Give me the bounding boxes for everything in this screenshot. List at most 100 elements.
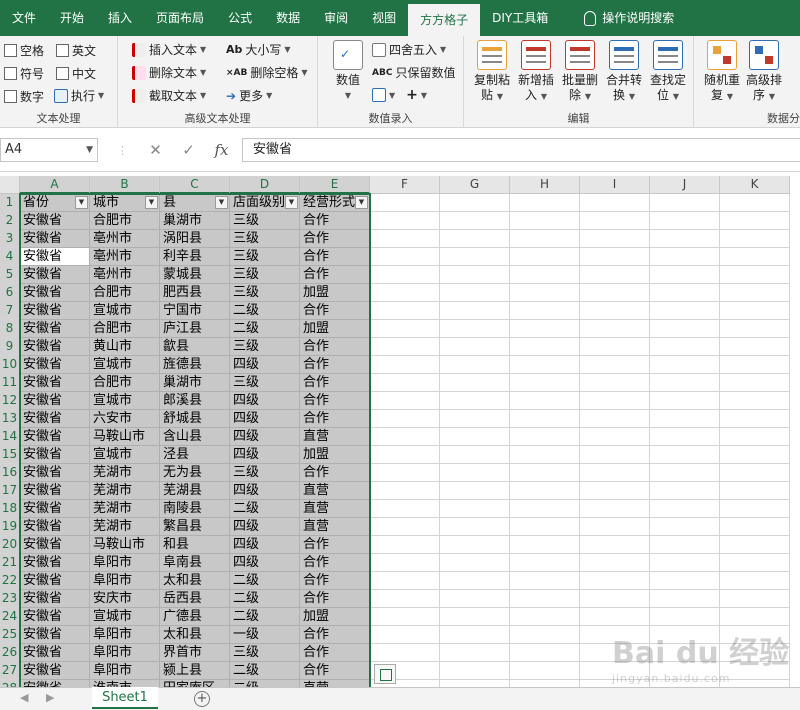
data-cell[interactable]: 郎溪县 xyxy=(160,392,230,410)
data-cell[interactable]: 合肥市 xyxy=(90,320,160,338)
tab-2[interactable]: 插入 xyxy=(96,0,144,36)
empty-cell[interactable] xyxy=(580,248,650,266)
empty-cell[interactable] xyxy=(370,266,440,284)
row-header[interactable]: 19 xyxy=(0,518,20,536)
row-header[interactable]: 23 xyxy=(0,590,20,608)
data-cell[interactable]: 安徽省 xyxy=(20,626,90,644)
data-cell[interactable]: 太和县 xyxy=(160,572,230,590)
data-cell[interactable]: 三级 xyxy=(230,230,300,248)
empty-cell[interactable] xyxy=(370,302,440,320)
empty-cell[interactable] xyxy=(580,518,650,536)
data-cell[interactable]: 宁国市 xyxy=(160,302,230,320)
empty-cell[interactable] xyxy=(370,644,440,662)
tab-3[interactable]: 页面布局 xyxy=(144,0,216,36)
row-header[interactable]: 22 xyxy=(0,572,20,590)
empty-cell[interactable] xyxy=(440,464,510,482)
extract-text-button[interactable]: 截取文本 ▼ xyxy=(132,87,206,104)
data-cell[interactable]: 岳西县 xyxy=(160,590,230,608)
data-cell[interactable]: 二级 xyxy=(230,320,300,338)
data-cell[interactable]: 合作 xyxy=(300,374,370,392)
empty-cell[interactable] xyxy=(510,662,580,680)
column-header-a[interactable]: A xyxy=(20,176,90,194)
empty-cell[interactable] xyxy=(720,374,790,392)
data-cell[interactable]: 安徽省 xyxy=(20,410,90,428)
data-cell[interactable]: 三级 xyxy=(230,374,300,392)
empty-cell[interactable] xyxy=(440,338,510,356)
empty-cell[interactable] xyxy=(580,338,650,356)
empty-cell[interactable] xyxy=(370,320,440,338)
empty-cell[interactable] xyxy=(650,572,720,590)
data-cell[interactable]: 亳州市 xyxy=(90,230,160,248)
empty-cell[interactable] xyxy=(650,356,720,374)
empty-cell[interactable] xyxy=(580,302,650,320)
data-cell[interactable]: 安徽省 xyxy=(20,284,90,302)
row-header[interactable]: 7 xyxy=(0,302,20,320)
data-cell[interactable]: 四级 xyxy=(230,428,300,446)
empty-cell[interactable] xyxy=(650,320,720,338)
row-header[interactable]: 18 xyxy=(0,500,20,518)
value-tools-button[interactable]: ▼ + ▼ xyxy=(372,87,427,103)
empty-cell[interactable] xyxy=(440,536,510,554)
empty-cell[interactable] xyxy=(650,212,720,230)
empty-cell[interactable] xyxy=(370,572,440,590)
data-cell[interactable]: 安徽省 xyxy=(20,680,90,687)
data-cell[interactable]: 巢湖市 xyxy=(160,374,230,392)
data-cell[interactable]: 安徽省 xyxy=(20,500,90,518)
empty-cell[interactable] xyxy=(510,626,580,644)
delete-text-button[interactable]: 删除文本 ▼ xyxy=(132,64,206,81)
empty-cell[interactable] xyxy=(650,266,720,284)
empty-cell[interactable] xyxy=(440,644,510,662)
data-cell[interactable]: 安徽省 xyxy=(20,446,90,464)
next-sheet-icon[interactable]: ▶ xyxy=(46,691,54,704)
data-cell[interactable]: 广德县 xyxy=(160,608,230,626)
check-english[interactable]: 英文 xyxy=(56,42,96,59)
check-digits[interactable]: 数字 xyxy=(4,88,44,105)
data-cell[interactable]: 安徽省 xyxy=(20,374,90,392)
data-cell[interactable]: 南陵县 xyxy=(160,500,230,518)
column-header-f[interactable]: F xyxy=(370,176,440,194)
row-header[interactable]: 27 xyxy=(0,662,20,680)
empty-cell[interactable] xyxy=(510,266,580,284)
empty-cell[interactable] xyxy=(370,392,440,410)
header-cell[interactable]: 县 ▼ xyxy=(160,194,230,212)
data-cell[interactable]: 合作 xyxy=(300,644,370,662)
empty-cell[interactable] xyxy=(370,230,440,248)
header-cell[interactable]: 城市 ▼ xyxy=(90,194,160,212)
check-chinese[interactable]: 中文 xyxy=(56,65,96,82)
empty-cell[interactable] xyxy=(510,464,580,482)
empty-cell[interactable] xyxy=(370,590,440,608)
data-cell[interactable]: 安徽省 xyxy=(20,302,90,320)
empty-cell[interactable] xyxy=(650,392,720,410)
empty-cell[interactable] xyxy=(510,536,580,554)
data-cell[interactable]: 含山县 xyxy=(160,428,230,446)
active-cell[interactable]: 安徽省 xyxy=(20,248,90,266)
advanced-sort-button[interactable]: 高级排序 ▼ xyxy=(742,40,786,104)
empty-cell[interactable] xyxy=(650,446,720,464)
empty-cell[interactable] xyxy=(580,392,650,410)
empty-cell[interactable] xyxy=(510,500,580,518)
empty-cell[interactable] xyxy=(510,230,580,248)
empty-cell[interactable] xyxy=(510,320,580,338)
empty-cell[interactable] xyxy=(440,590,510,608)
data-cell[interactable]: 直营 xyxy=(300,482,370,500)
data-cell[interactable]: 合作 xyxy=(300,266,370,284)
row-header[interactable]: 4 xyxy=(0,248,20,266)
row-header[interactable]: 21 xyxy=(0,554,20,572)
tell-me-search[interactable]: 操作说明搜索 xyxy=(572,0,686,36)
empty-cell[interactable] xyxy=(510,590,580,608)
data-cell[interactable]: 宣城市 xyxy=(90,302,160,320)
tab-6[interactable]: 审阅 xyxy=(312,0,360,36)
data-cell[interactable]: 安徽省 xyxy=(20,356,90,374)
empty-cell[interactable] xyxy=(440,572,510,590)
data-cell[interactable]: 太和县 xyxy=(160,626,230,644)
data-cell[interactable]: 加盟 xyxy=(300,284,370,302)
insert-new-button[interactable]: 新增插入 ▼ xyxy=(514,40,558,104)
empty-cell[interactable] xyxy=(720,194,790,212)
empty-cell[interactable] xyxy=(370,608,440,626)
filter-dropdown-icon[interactable]: ▼ xyxy=(75,196,88,209)
empty-cell[interactable] xyxy=(370,518,440,536)
empty-cell[interactable] xyxy=(440,662,510,680)
data-cell[interactable]: 直营 xyxy=(300,428,370,446)
empty-cell[interactable] xyxy=(720,320,790,338)
empty-cell[interactable] xyxy=(440,608,510,626)
